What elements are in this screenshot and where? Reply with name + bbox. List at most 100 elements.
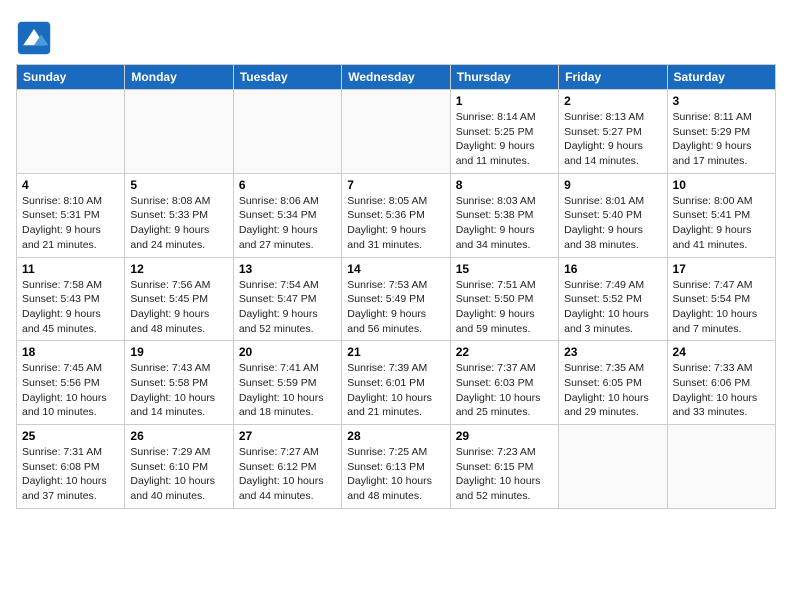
- calendar-cell: 16 Sunrise: 7:49 AM Sunset: 5:52 PM Dayli…: [559, 257, 667, 341]
- day-number: 23: [564, 345, 661, 359]
- day-info: Sunrise: 8:10 AM Sunset: 5:31 PM Dayligh…: [22, 194, 119, 253]
- day-info: Sunrise: 8:14 AM Sunset: 5:25 PM Dayligh…: [456, 110, 553, 169]
- day-number: 6: [239, 178, 336, 192]
- calendar-week-2: 4 Sunrise: 8:10 AM Sunset: 5:31 PM Daylig…: [17, 173, 776, 257]
- day-info: Sunrise: 8:13 AM Sunset: 5:27 PM Dayligh…: [564, 110, 661, 169]
- calendar-cell: 23 Sunrise: 7:35 AM Sunset: 6:05 PM Dayli…: [559, 341, 667, 425]
- day-info: Sunrise: 7:54 AM Sunset: 5:47 PM Dayligh…: [239, 278, 336, 337]
- calendar-cell: 24Sunrise: 7:33 AM Sunset: 6:06 PM Dayli…: [667, 341, 775, 425]
- day-number: 25: [22, 429, 119, 443]
- day-number: 1: [456, 94, 553, 108]
- calendar-cell: 17 Sunrise: 7:47 AM Sunset: 5:54 PM Dayli…: [667, 257, 775, 341]
- day-info: Sunrise: 8:08 AM Sunset: 5:33 PM Dayligh…: [130, 194, 227, 253]
- day-info: Sunrise: 7:41 AM Sunset: 5:59 PM Dayligh…: [239, 361, 336, 420]
- day-info: Sunrise: 7:39 AM Sunset: 6:01 PM Dayligh…: [347, 361, 444, 420]
- day-info: Sunrise: 7:51 AM Sunset: 5:50 PM Dayligh…: [456, 278, 553, 337]
- day-number: 10: [673, 178, 770, 192]
- day-number: 5: [130, 178, 227, 192]
- calendar-cell: 9 Sunrise: 8:01 AM Sunset: 5:40 PM Daylig…: [559, 173, 667, 257]
- day-info: Sunrise: 7:27 AM Sunset: 6:12 PM Dayligh…: [239, 445, 336, 504]
- day-number: 14: [347, 262, 444, 276]
- day-info: Sunrise: 7:31 AM Sunset: 6:08 PM Dayligh…: [22, 445, 119, 504]
- day-info: Sunrise: 7:45 AM Sunset: 5:56 PM Dayligh…: [22, 361, 119, 420]
- calendar-cell: 5 Sunrise: 8:08 AM Sunset: 5:33 PM Daylig…: [125, 173, 233, 257]
- day-number: 4: [22, 178, 119, 192]
- day-number: 28: [347, 429, 444, 443]
- day-number: 8: [456, 178, 553, 192]
- day-number: 24: [673, 345, 770, 359]
- calendar-cell: 6 Sunrise: 8:06 AM Sunset: 5:34 PM Daylig…: [233, 173, 341, 257]
- calendar-week-4: 18 Sunrise: 7:45 AM Sunset: 5:56 PM Dayli…: [17, 341, 776, 425]
- calendar-cell: [125, 90, 233, 174]
- day-number: 2: [564, 94, 661, 108]
- day-number: 18: [22, 345, 119, 359]
- calendar-cell: 14Sunrise: 7:53 AM Sunset: 5:49 PM Dayli…: [342, 257, 450, 341]
- calendar-cell: 25 Sunrise: 7:31 AM Sunset: 6:08 PM Dayli…: [17, 425, 125, 509]
- day-number: 15: [456, 262, 553, 276]
- day-info: Sunrise: 7:56 AM Sunset: 5:45 PM Dayligh…: [130, 278, 227, 337]
- calendar-header-row: SundayMondayTuesdayWednesdayThursdayFrid…: [17, 65, 776, 90]
- calendar-cell: 19Sunrise: 7:43 AM Sunset: 5:58 PM Dayli…: [125, 341, 233, 425]
- day-number: 27: [239, 429, 336, 443]
- calendar-cell: 18 Sunrise: 7:45 AM Sunset: 5:56 PM Dayli…: [17, 341, 125, 425]
- weekday-header-monday: Monday: [125, 65, 233, 90]
- calendar-cell: 29 Sunrise: 7:23 AM Sunset: 6:15 PM Dayli…: [450, 425, 558, 509]
- calendar-week-1: 1 Sunrise: 8:14 AM Sunset: 5:25 PM Daylig…: [17, 90, 776, 174]
- calendar-table: SundayMondayTuesdayWednesdayThursdayFrid…: [16, 64, 776, 509]
- calendar-cell: 7 Sunrise: 8:05 AM Sunset: 5:36 PM Daylig…: [342, 173, 450, 257]
- day-number: 22: [456, 345, 553, 359]
- day-info: Sunrise: 7:47 AM Sunset: 5:54 PM Dayligh…: [673, 278, 770, 337]
- day-info: Sunrise: 8:00 AM Sunset: 5:41 PM Dayligh…: [673, 194, 770, 253]
- calendar-cell: 20 Sunrise: 7:41 AM Sunset: 5:59 PM Dayli…: [233, 341, 341, 425]
- calendar-cell: 1 Sunrise: 8:14 AM Sunset: 5:25 PM Daylig…: [450, 90, 558, 174]
- day-number: 9: [564, 178, 661, 192]
- day-info: Sunrise: 7:49 AM Sunset: 5:52 PM Dayligh…: [564, 278, 661, 337]
- calendar-cell: 26 Sunrise: 7:29 AM Sunset: 6:10 PM Dayli…: [125, 425, 233, 509]
- weekday-header-sunday: Sunday: [17, 65, 125, 90]
- day-number: 16: [564, 262, 661, 276]
- day-info: Sunrise: 7:37 AM Sunset: 6:03 PM Dayligh…: [456, 361, 553, 420]
- weekday-header-thursday: Thursday: [450, 65, 558, 90]
- calendar-cell: [342, 90, 450, 174]
- day-number: 17: [673, 262, 770, 276]
- calendar-cell: 22 Sunrise: 7:37 AM Sunset: 6:03 PM Dayli…: [450, 341, 558, 425]
- weekday-header-saturday: Saturday: [667, 65, 775, 90]
- calendar-cell: 8 Sunrise: 8:03 AM Sunset: 5:38 PM Daylig…: [450, 173, 558, 257]
- day-number: 26: [130, 429, 227, 443]
- day-number: 29: [456, 429, 553, 443]
- day-info: Sunrise: 8:11 AM Sunset: 5:29 PM Dayligh…: [673, 110, 770, 169]
- calendar-week-3: 11Sunrise: 7:58 AM Sunset: 5:43 PM Dayli…: [17, 257, 776, 341]
- weekday-header-wednesday: Wednesday: [342, 65, 450, 90]
- weekday-header-tuesday: Tuesday: [233, 65, 341, 90]
- day-info: Sunrise: 8:03 AM Sunset: 5:38 PM Dayligh…: [456, 194, 553, 253]
- day-number: 7: [347, 178, 444, 192]
- calendar-cell: 15 Sunrise: 7:51 AM Sunset: 5:50 PM Dayli…: [450, 257, 558, 341]
- calendar-cell: 27 Sunrise: 7:27 AM Sunset: 6:12 PM Dayli…: [233, 425, 341, 509]
- calendar-cell: [559, 425, 667, 509]
- day-info: Sunrise: 8:05 AM Sunset: 5:36 PM Dayligh…: [347, 194, 444, 253]
- calendar-cell: 28Sunrise: 7:25 AM Sunset: 6:13 PM Dayli…: [342, 425, 450, 509]
- calendar-cell: 21Sunrise: 7:39 AM Sunset: 6:01 PM Dayli…: [342, 341, 450, 425]
- calendar-cell: 3 Sunrise: 8:11 AM Sunset: 5:29 PM Daylig…: [667, 90, 775, 174]
- day-info: Sunrise: 7:35 AM Sunset: 6:05 PM Dayligh…: [564, 361, 661, 420]
- calendar-cell: 11Sunrise: 7:58 AM Sunset: 5:43 PM Dayli…: [17, 257, 125, 341]
- day-info: Sunrise: 7:29 AM Sunset: 6:10 PM Dayligh…: [130, 445, 227, 504]
- day-info: Sunrise: 7:23 AM Sunset: 6:15 PM Dayligh…: [456, 445, 553, 504]
- calendar-cell: 10 Sunrise: 8:00 AM Sunset: 5:41 PM Dayli…: [667, 173, 775, 257]
- calendar-cell: 13 Sunrise: 7:54 AM Sunset: 5:47 PM Dayli…: [233, 257, 341, 341]
- day-info: Sunrise: 7:43 AM Sunset: 5:58 PM Dayligh…: [130, 361, 227, 420]
- calendar-cell: [17, 90, 125, 174]
- day-number: 3: [673, 94, 770, 108]
- calendar-cell: 12 Sunrise: 7:56 AM Sunset: 5:45 PM Dayli…: [125, 257, 233, 341]
- day-number: 13: [239, 262, 336, 276]
- day-number: 12: [130, 262, 227, 276]
- day-info: Sunrise: 8:01 AM Sunset: 5:40 PM Dayligh…: [564, 194, 661, 253]
- logo-icon: [16, 20, 52, 56]
- page-header: [16, 16, 776, 56]
- calendar-cell: 2 Sunrise: 8:13 AM Sunset: 5:27 PM Daylig…: [559, 90, 667, 174]
- day-info: Sunrise: 8:06 AM Sunset: 5:34 PM Dayligh…: [239, 194, 336, 253]
- calendar-cell: [233, 90, 341, 174]
- logo: [16, 20, 56, 56]
- day-number: 20: [239, 345, 336, 359]
- calendar-cell: 4 Sunrise: 8:10 AM Sunset: 5:31 PM Daylig…: [17, 173, 125, 257]
